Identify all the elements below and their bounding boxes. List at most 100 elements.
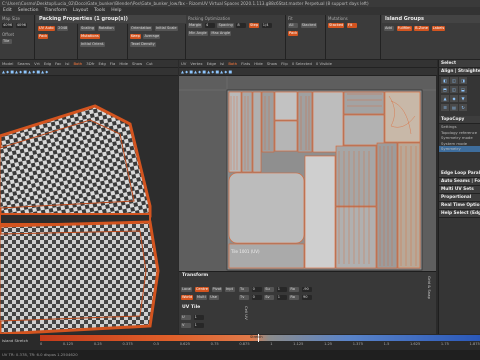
resolution-field[interactable]: 2048 <box>57 26 69 31</box>
vp3d-tool-vrt[interactable]: Vrt <box>32 61 42 66</box>
vp3d-tool-both[interactable]: Both <box>71 61 84 66</box>
tile-field[interactable]: Tile <box>2 39 12 44</box>
proportional-header[interactable]: Proportional <box>439 193 480 202</box>
align-header[interactable]: Align | Straighten <box>439 68 480 76</box>
vp3d-tool-edg[interactable]: Edg <box>42 61 53 66</box>
stacked-toggle[interactable]: Stacked <box>328 23 345 28</box>
uv-tool-both[interactable]: Both <box>226 61 239 66</box>
su-field[interactable]: 1 <box>276 287 287 292</box>
vp3d-tool-fla[interactable]: Fla <box>108 61 118 66</box>
island-stretch-slider[interactable]: Island Stretch Stretch 0 0.125 0.25 0.37… <box>0 334 480 350</box>
auto-seams-header[interactable]: Auto Seams | Fold <box>439 177 480 186</box>
mutations-button[interactable]: Mutations <box>80 34 100 39</box>
ro2-field[interactable]: 90 <box>301 295 312 300</box>
groups-button-fullfilm[interactable]: Fullfilm <box>396 26 412 31</box>
uv-tool-uv[interactable]: UV <box>179 61 188 66</box>
align-middle-icon[interactable]: ◫ <box>450 86 458 93</box>
max-angle-field[interactable]: Max Angle <box>210 31 232 36</box>
orientation-button[interactable]: Orientation <box>130 26 153 31</box>
sv-field[interactable]: 1 <box>276 295 287 300</box>
align-left-icon[interactable]: ◧ <box>441 77 449 84</box>
menu-tools[interactable]: Tools <box>91 7 108 15</box>
menu-selection[interactable]: Selection <box>15 7 42 15</box>
uv-tool-flats[interactable]: Flats <box>239 61 252 66</box>
scaling-button[interactable]: Scaling <box>80 26 96 31</box>
align-top-icon[interactable]: ⬒ <box>441 86 449 93</box>
pack-button[interactable]: Pack <box>38 34 49 39</box>
pack-main-button[interactable]: Pack <box>288 31 299 36</box>
groups-button-labels[interactable]: Labels <box>431 26 446 31</box>
initial-scale-button[interactable]: Initial Scale <box>154 26 178 31</box>
average-button[interactable]: Average <box>143 34 161 39</box>
uvtile-header[interactable]: UV Tile <box>179 304 200 312</box>
vp3d-tool-3dfr[interactable]: 3Dfr <box>84 61 96 66</box>
vp3d-tool-isl[interactable]: Isl <box>63 61 71 66</box>
grid-snap-tab[interactable]: Grid & Snap <box>427 276 432 316</box>
mode-use-button[interactable]: Use <box>209 295 220 300</box>
all-button[interactable]: All <box>288 23 298 28</box>
multi-uv-header[interactable]: Multi UV Sets <box>439 185 480 194</box>
transform-header[interactable]: Transform <box>179 272 436 280</box>
stack-icon[interactable]: ▤ <box>450 104 458 111</box>
menu-transform[interactable]: Transform <box>41 7 69 15</box>
vp3d-tool-cut[interactable]: Cut <box>144 61 155 66</box>
mode-local-button[interactable]: Local <box>181 287 193 292</box>
distribute-icon[interactable]: ☰ <box>441 104 449 111</box>
vp3d-tool-seams[interactable]: Seams <box>15 61 32 66</box>
tv-field[interactable]: 0 <box>251 295 262 300</box>
groups-button-bzone[interactable]: B-Zone <box>414 26 430 31</box>
vp3d-tool-hide[interactable]: Hide <box>117 61 130 66</box>
flip-h-icon[interactable]: ◆ <box>450 95 458 102</box>
menu-edit[interactable]: Edit <box>0 7 15 15</box>
vp3d-tool-fac[interactable]: Fac <box>53 61 63 66</box>
mode-pivot-button[interactable]: Pivot <box>211 287 223 292</box>
mode-centre-button[interactable]: Centre <box>194 287 209 292</box>
uv-tool-vertex[interactable]: Vertex <box>188 61 204 66</box>
align-right-icon[interactable]: ◨ <box>459 77 467 84</box>
uv-tool-hide[interactable]: Hide <box>252 61 265 66</box>
u-field[interactable]: 1 <box>193 315 204 320</box>
keep-button[interactable]: Keep <box>130 34 141 39</box>
menu-help[interactable]: Help <box>108 7 124 15</box>
step-field[interactable]: 1/4 <box>261 23 272 28</box>
map-size-field-b[interactable]: 4096 <box>15 23 27 28</box>
align-center-icon[interactable]: ◫ <box>450 77 458 84</box>
uv-tool-isl[interactable]: Isl <box>218 61 226 66</box>
mode-world-button[interactable]: World <box>181 295 194 300</box>
fit-toggle[interactable]: Fit <box>346 23 357 28</box>
help-header[interactable]: Help Select (Edge) <box>439 209 480 218</box>
uv-tool-edge[interactable]: Edge <box>205 61 219 66</box>
select-header[interactable]: Select <box>439 60 480 68</box>
uv-auto-button[interactable]: UV Auto <box>38 26 55 31</box>
realtime-header[interactable]: Real Time Options <box>439 201 480 210</box>
flip-v-icon[interactable]: ▼ <box>459 95 467 102</box>
vp3d-tool-model[interactable]: Model <box>0 61 15 66</box>
tu-field[interactable]: 0 <box>251 287 262 292</box>
edge-loop-header[interactable]: Edge Loop Parallel <box>439 169 480 178</box>
stacked-button[interactable]: Stacked <box>300 23 317 28</box>
groups-button-add[interactable]: Add <box>384 26 394 31</box>
cell-uv-tab[interactable]: Cell UV <box>244 306 249 334</box>
menu-layout[interactable]: Layout <box>70 7 91 15</box>
spacing-field[interactable]: 8 <box>236 23 247 28</box>
align-bottom-icon[interactable]: ⬓ <box>459 86 467 93</box>
mode-inpt-button[interactable]: Inpt <box>224 287 235 292</box>
vp3d-tool-show[interactable]: Show <box>130 61 144 66</box>
v-field[interactable]: 1 <box>193 323 204 328</box>
step-button[interactable]: Step <box>248 23 260 28</box>
ro-field[interactable]: -90 <box>301 287 312 292</box>
rotation-button[interactable]: Rotation <box>97 26 115 31</box>
initial-orient-button[interactable]: Initial Orient. <box>80 42 106 47</box>
uv-tool-flip[interactable]: Flip <box>279 61 290 66</box>
margin-field[interactable]: 4 <box>204 23 215 28</box>
min-angle-field[interactable]: Min Angle <box>188 31 208 36</box>
uv-tool-show[interactable]: Show <box>265 61 279 66</box>
rotate-icon[interactable]: ↻ <box>459 104 467 111</box>
mode-multi-button[interactable]: Multi <box>195 295 207 300</box>
straighten-icon[interactable]: ▲ <box>441 95 449 102</box>
texel-density-button[interactable]: Texel Density <box>130 42 156 47</box>
viewport-3d[interactable] <box>0 76 178 334</box>
vp3d-tool-edg2[interactable]: Edg <box>97 61 108 66</box>
map-size-field[interactable]: 4096 <box>2 23 14 28</box>
topocopy-header[interactable]: TopoCopy <box>439 116 480 124</box>
